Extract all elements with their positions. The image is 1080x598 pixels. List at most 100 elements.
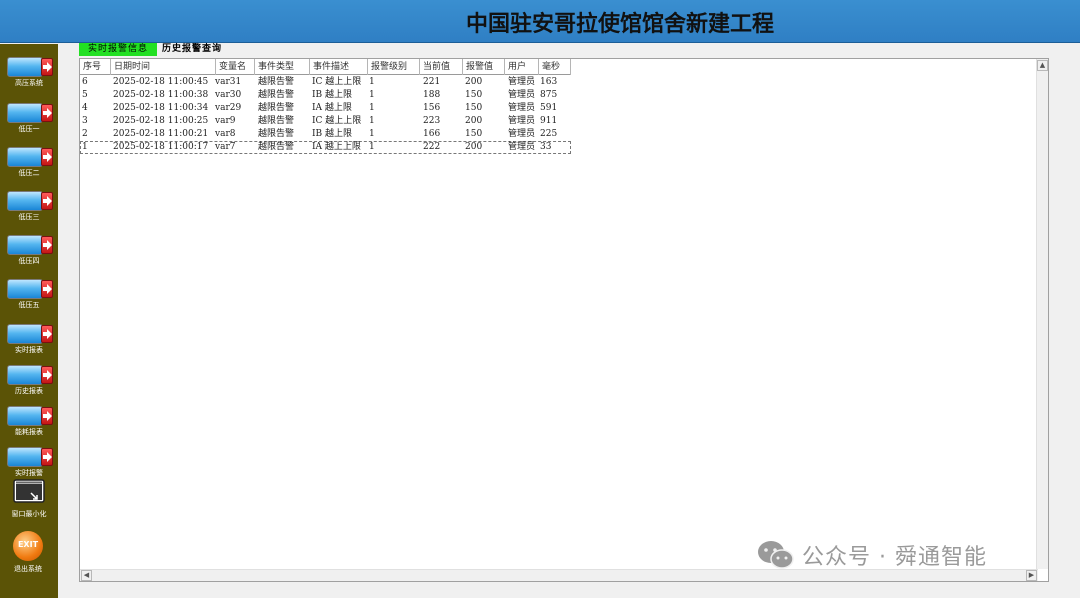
table-cell: var7 (215, 142, 236, 152)
table-cell: var31 (215, 77, 242, 87)
tab-history-alarms[interactable]: 历史报警查询 (162, 43, 234, 56)
sidebar-item-label: 高压系统 (15, 79, 43, 87)
table-cell: 越限告警 (258, 103, 295, 113)
alarm-table: 序号 日期时间 变量名 事件类型 事件描述 报警级别 当前值 报警值 用户 毫秒 6 2025-02… (79, 58, 1049, 582)
table-cell: 管理员 (508, 77, 536, 87)
table-cell: var30 (215, 90, 242, 100)
sidebar-item-label: 低压二 (18, 169, 40, 177)
table-cell: 5 (82, 90, 88, 100)
sidebar-item-4[interactable]: 低压三 (0, 183, 58, 223)
table-row[interactable]: 1 2025-02-18 11:00:17 var7 越限告警 IA 越上上限 1 222 2… (80, 141, 571, 154)
table-cell: 越限告警 (258, 116, 295, 126)
table-cell: 1 (369, 129, 375, 139)
table-cell: IA 越上上限 (312, 142, 361, 152)
table-cell: 管理员 (508, 90, 536, 100)
sidebar-item-label: 能耗报表 (15, 428, 43, 436)
sidebar-item-10[interactable]: 实时报警 (0, 439, 58, 479)
nav-button-icon (7, 365, 53, 385)
table-cell: 越限告警 (258, 142, 295, 152)
column-header[interactable]: 毫秒 (539, 59, 571, 75)
table-cell: 222 (423, 142, 441, 152)
nav-button-icon (7, 324, 53, 344)
table-cell: 156 (423, 103, 441, 113)
nav-button-icon (7, 191, 53, 211)
column-header[interactable]: 报警级别 (368, 59, 420, 75)
column-header[interactable]: 日期时间 (111, 59, 216, 75)
sidebar-item-7[interactable]: 实时报表 (0, 316, 58, 356)
sidebar-item-3[interactable]: 低压二 (0, 139, 58, 179)
table-cell: 2025-02-18 11:00:45 (113, 77, 209, 87)
sidebar-item-2[interactable]: 低压一 (0, 95, 58, 135)
exit-icon: EXIT (17, 540, 39, 549)
sidebar-item-label: 实时报警 (15, 469, 43, 477)
table-cell: 200 (465, 142, 483, 152)
tab-realtime-alarms[interactable]: 实时报警信息 (79, 43, 157, 56)
scroll-right-icon[interactable]: ▶ (1026, 570, 1037, 581)
table-cell: 221 (423, 77, 441, 87)
column-header[interactable]: 事件类型 (255, 59, 310, 75)
table-cell: 越限告警 (258, 90, 295, 100)
table-row[interactable]: 3 2025-02-18 11:00:25 var9 越限告警 IC 越上上限 1 223 2… (80, 115, 571, 128)
column-header[interactable]: 事件描述 (310, 59, 368, 75)
table-cell: 200 (465, 77, 483, 87)
table-cell: 2025-02-18 11:00:17 (113, 142, 209, 152)
column-header[interactable]: 当前值 (420, 59, 463, 75)
vertical-scrollbar[interactable]: ▲ (1036, 59, 1048, 569)
table-row[interactable]: 2 2025-02-18 11:00:21 var8 越限告警 IB 越上限 1 166 15… (80, 128, 571, 141)
table-cell: 911 (540, 116, 558, 126)
table-cell: 591 (540, 103, 558, 113)
nav-button-icon (7, 147, 53, 167)
table-cell: 2025-02-18 11:00:21 (113, 129, 209, 139)
table-cell: 200 (465, 116, 483, 126)
table-cell: 150 (465, 90, 483, 100)
table-cell: 1 (369, 103, 375, 113)
table-cell: IB 越上限 (312, 129, 353, 139)
watermark-text: 公众号 · 舜通智能 (802, 545, 987, 570)
table-cell: 33 (540, 142, 552, 152)
table-cell: 6 (82, 77, 88, 87)
exit-button[interactable]: EXIT 退出系统 (13, 531, 43, 573)
table-row[interactable]: 5 2025-02-18 11:00:38 var30 越限告警 IB 越上限 1 188 1… (80, 89, 571, 102)
table-cell: 4 (82, 103, 88, 113)
sidebar-item-6[interactable]: 低压五 (0, 271, 58, 311)
table-cell: 越限告警 (258, 77, 295, 87)
sidebar-item-5[interactable]: 低压四 (0, 227, 58, 267)
nav-button-icon (7, 406, 53, 426)
table-cell: 875 (540, 90, 558, 100)
scroll-up-icon[interactable]: ▲ (1037, 60, 1048, 71)
sidebar-item-8[interactable]: 历史报表 (0, 357, 58, 397)
sidebar-item-label: 低压一 (18, 125, 40, 133)
column-header[interactable]: 报警值 (463, 59, 505, 75)
table-cell: 3 (82, 116, 88, 126)
table-cell: 管理员 (508, 103, 536, 113)
sidebar-item-label: 历史报表 (15, 387, 43, 395)
column-header[interactable]: 变量名 (216, 59, 255, 75)
page-title: 中国驻安哥拉使馆馆舍新建工程 (465, 12, 774, 37)
window-minimize-button[interactable]: 窗口最小化 (12, 479, 47, 518)
table-cell: 1 (369, 90, 375, 100)
table-cell: IB 越上限 (312, 90, 353, 100)
nav-button-icon (7, 103, 53, 123)
sidebar-item-1[interactable]: 高压系统 (0, 49, 58, 89)
table-cell: var8 (215, 129, 236, 139)
window-minimize-icon (13, 479, 45, 503)
sidebar-item-9[interactable]: 能耗报表 (0, 398, 58, 438)
table-cell: 2 (82, 129, 88, 139)
table-cell: 150 (465, 103, 483, 113)
nav-button-icon (7, 235, 53, 255)
column-header[interactable]: 序号 (80, 59, 111, 75)
sidebar-item-label: 低压五 (18, 301, 40, 309)
table-cell: 166 (423, 129, 441, 139)
table-cell: 1 (369, 142, 375, 152)
table-cell: 管理员 (508, 116, 536, 126)
nav-button-icon (7, 447, 53, 467)
table-header: 序号 日期时间 变量名 事件类型 事件描述 报警级别 当前值 报警值 用户 毫秒 (80, 59, 571, 75)
table-row[interactable]: 4 2025-02-18 11:00:34 var29 越限告警 IA 越上限 1 156 1… (80, 102, 571, 115)
wechat-icon (758, 541, 794, 569)
scroll-left-icon[interactable]: ◀ (81, 570, 92, 581)
table-cell: 2025-02-18 11:00:38 (113, 90, 209, 100)
exit-label: 退出系统 (14, 565, 42, 573)
column-header[interactable]: 用户 (505, 59, 539, 75)
table-row[interactable]: 6 2025-02-18 11:00:45 var31 越限告警 IC 越上上限 1 221… (80, 76, 571, 89)
sidebar-item-label: 低压四 (18, 257, 40, 265)
